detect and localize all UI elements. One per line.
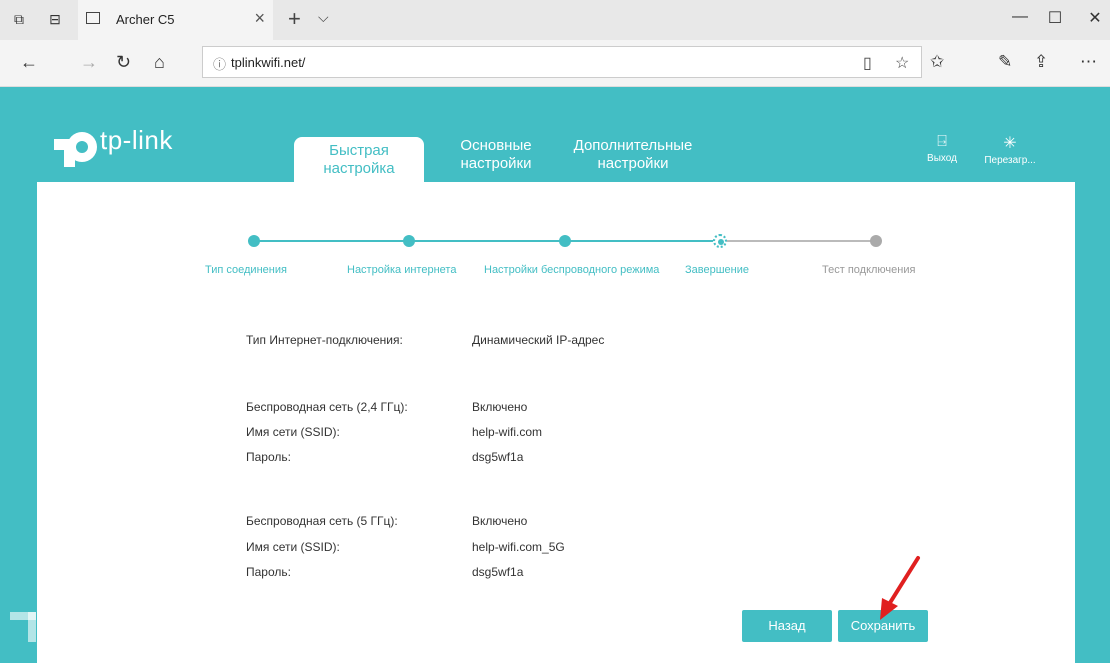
tab-quick-setup[interactable]: Быстрая настройка (294, 137, 424, 183)
connection-type-value: Динамический IP-адрес (472, 333, 605, 347)
logo-text: tp-link (100, 125, 173, 155)
logout-button[interactable]: ⍈ Выход (922, 133, 962, 164)
progress-line-pending (720, 240, 876, 242)
step-label: Настройка интернета (347, 264, 457, 276)
tab-label-line1: Дополнительные (573, 137, 693, 154)
back-icon[interactable]: ← (20, 52, 38, 73)
reboot-icon: ✳ (1003, 135, 1017, 152)
wifi24-value: Включено (472, 400, 528, 414)
info-icon[interactable]: ⓘ (213, 54, 226, 73)
wifi5-ssid-value: help-wifi.com_5G (472, 540, 565, 554)
progress-line-done (254, 240, 720, 242)
favorites-hub-icon[interactable]: ✩ (930, 52, 944, 72)
wifi5-password-value: dsg5wf1a (472, 565, 524, 579)
reboot-label: Перезагр... (984, 155, 1036, 166)
chevron-down-icon[interactable]: ⌵ (318, 9, 329, 26)
browser-tab[interactable]: Archer C5 × (78, 0, 273, 40)
url-text[interactable]: tplinkwifi.net/ (231, 55, 305, 70)
address-toolbar: ← → ↻ ⌂ ⓘ tplinkwifi.net/ ▯ ☆ ✩ ✎ ⇪ ⋯ (0, 40, 1110, 87)
forward-icon[interactable]: → (80, 52, 98, 73)
back-button[interactable]: Назад (742, 610, 832, 642)
set-aside-tabs-icon[interactable]: ⧉ (10, 10, 28, 28)
wifi5-label: Беспроводная сеть (5 ГГц): (246, 514, 398, 528)
step-label: Тип соединения (205, 264, 287, 276)
wifi5-password-label: Пароль: (246, 565, 291, 579)
pen-notes-icon[interactable]: ✎ (998, 52, 1012, 72)
close-tab-icon[interactable]: × (254, 8, 265, 29)
close-window-icon[interactable]: ✕ (1080, 8, 1110, 28)
page-icon (86, 12, 100, 24)
step-dot (870, 235, 882, 247)
favorite-star-icon[interactable]: ☆ (895, 53, 909, 73)
minimize-icon[interactable]: — (1005, 8, 1035, 26)
logout-label: Выход (927, 153, 957, 164)
step-dot-current (713, 234, 727, 248)
tab-advanced[interactable]: Дополнительные настройки (558, 137, 708, 181)
wifi24-password-value: dsg5wf1a (472, 450, 524, 464)
tab-label-line2: настройки (597, 155, 669, 172)
wifi24-ssid-value: help-wifi.com (472, 425, 543, 439)
maximize-icon[interactable]: ☐ (1040, 8, 1070, 28)
tabs-aside-icon[interactable]: ⊟ (46, 10, 64, 28)
new-tab-icon[interactable]: + (288, 6, 301, 32)
share-icon[interactable]: ⇪ (1034, 52, 1048, 72)
step-dot (559, 235, 571, 247)
tab-basic[interactable]: Основные настройки (446, 137, 546, 181)
step-dot (248, 235, 260, 247)
tab-title: Archer C5 (116, 12, 175, 27)
tab-label-line1: Быстрая (329, 142, 389, 159)
reading-view-icon[interactable]: ▯ (863, 53, 872, 73)
browser-tab-bar: ⧉ ⊟ Archer C5 × + ⌵ — ☐ ✕ (0, 0, 1110, 40)
reboot-button[interactable]: ✳ Перезагр... (978, 133, 1042, 166)
tab-label-line2: настройки (460, 155, 532, 172)
refresh-icon[interactable]: ↻ (116, 52, 131, 73)
annotation-arrow-icon (880, 556, 920, 620)
wifi5-value: Включено (472, 514, 528, 528)
step-label: Завершение (685, 264, 749, 276)
wifi24-password-label: Пароль: (246, 450, 291, 464)
wifi24-label: Беспроводная сеть (2,4 ГГц): (246, 400, 408, 414)
connection-type-label: Тип Интернет-подключения: (246, 333, 403, 347)
address-bar[interactable]: ⓘ tplinkwifi.net/ ▯ ☆ (202, 46, 922, 78)
step-label: Тест подключения (822, 264, 916, 276)
wifi5-ssid-label: Имя сети (SSID): (246, 540, 340, 554)
step-label: Настройки беспроводного режима (484, 264, 660, 276)
decor-shape (28, 612, 36, 642)
tab-label-line2: настройка (323, 160, 395, 177)
wifi24-ssid-label: Имя сети (SSID): (246, 425, 340, 439)
tab-label-line1: Основные (460, 137, 532, 154)
home-icon[interactable]: ⌂ (154, 52, 165, 73)
logout-icon: ⍈ (937, 133, 947, 150)
more-icon[interactable]: ⋯ (1080, 52, 1097, 72)
step-dot (403, 235, 415, 247)
